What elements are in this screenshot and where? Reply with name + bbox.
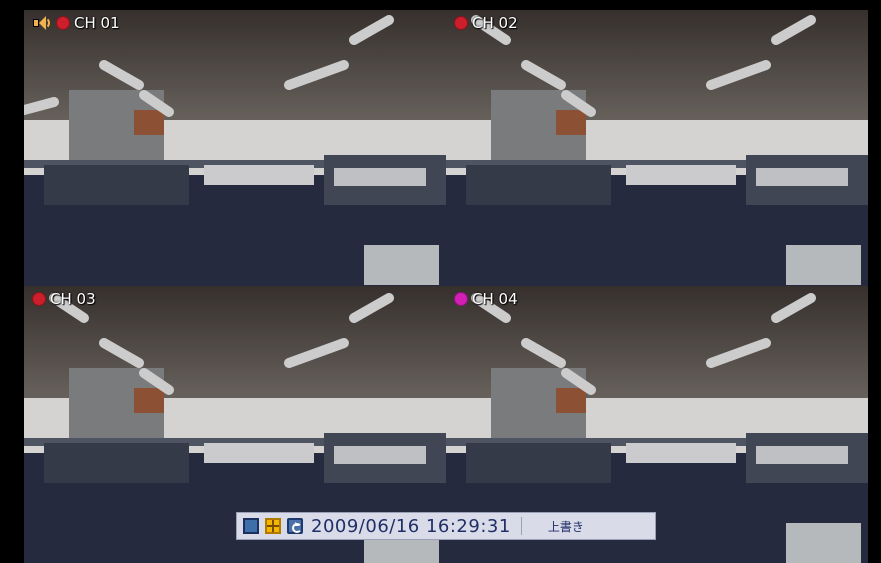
channel-label-ch03: CH 03 (32, 290, 96, 308)
channel-name: CH 03 (50, 290, 96, 308)
record-mode-label: 上書き (547, 519, 584, 534)
camera-feed-ch01 (24, 10, 446, 286)
record-status-dot (32, 292, 46, 306)
datetime-display: 2009/06/16 16:29:31 (311, 515, 511, 537)
channel-label-ch02: CH 02 (454, 14, 518, 32)
channel-name: CH 02 (472, 14, 518, 32)
quad-view-icon[interactable] (265, 518, 281, 534)
channel-label-ch04: CH 04 (454, 290, 518, 308)
speaker-icon (32, 15, 50, 31)
camera-grid: CH 01 CH 02 CH 03 CH 04 (24, 10, 868, 563)
channel-name: CH 04 (472, 290, 518, 308)
camera-tile-ch02[interactable]: CH 02 (446, 10, 868, 286)
status-bar: 2009/06/16 16:29:31 上書き (236, 512, 656, 540)
channel-label-ch01: CH 01 (32, 14, 120, 32)
camera-tile-ch01[interactable]: CH 01 (24, 10, 446, 286)
record-status-dot (56, 16, 70, 30)
channel-name: CH 01 (74, 14, 120, 32)
sequence-cycle-icon[interactable] (287, 518, 303, 534)
single-view-icon[interactable] (243, 518, 259, 534)
dvr-screen: CH 01 CH 02 CH 03 CH 04 2009/06/16 16:29… (0, 0, 881, 563)
record-status-dot (454, 292, 468, 306)
camera-feed-ch02 (446, 10, 868, 286)
status-divider (520, 517, 522, 535)
record-status-dot (454, 16, 468, 30)
